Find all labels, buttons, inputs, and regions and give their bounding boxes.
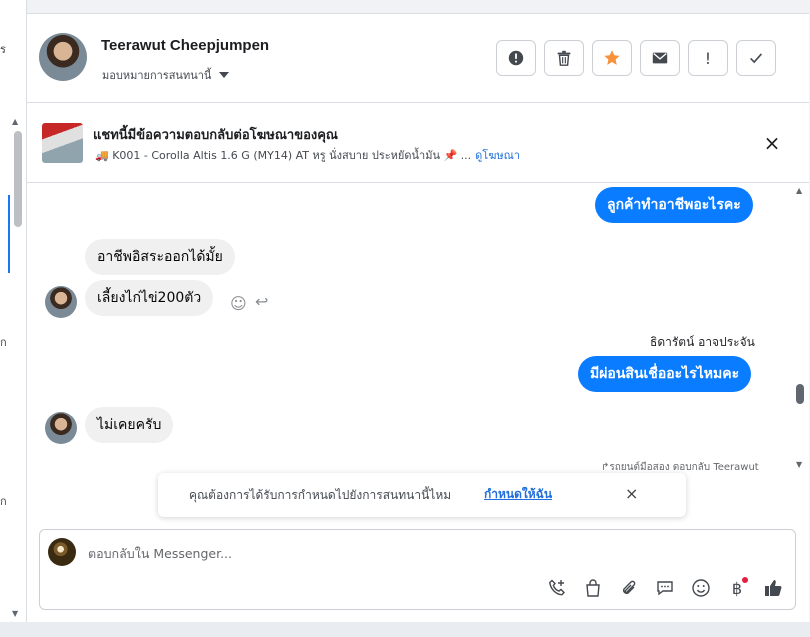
view-ad-link[interactable]: ดูโฆษณา bbox=[475, 149, 520, 162]
conversation-panel: Teerawut Cheepjumpen มอบหมายการสนทนานี้ … bbox=[27, 13, 809, 622]
message-composer: ฿ bbox=[39, 529, 796, 610]
ad-thumbnail[interactable] bbox=[42, 123, 83, 163]
contact-avatar[interactable] bbox=[39, 33, 87, 81]
trash-icon bbox=[557, 50, 571, 66]
message-bubble-outgoing[interactable]: ลูกค้าทำอาชีพอะไรคะ bbox=[595, 187, 753, 223]
delete-button[interactable] bbox=[544, 40, 584, 76]
contact-avatar-small[interactable] bbox=[45, 286, 77, 318]
thumbs-up-icon[interactable] bbox=[762, 577, 784, 599]
close-icon[interactable]: × bbox=[625, 485, 638, 503]
list-text-fragment: ร bbox=[0, 43, 6, 56]
message-bubble-outgoing[interactable]: มีผ่อนสินเชื่ออะไรไหมคะ bbox=[578, 356, 752, 392]
alert-circle-icon bbox=[508, 50, 524, 66]
star-icon bbox=[604, 50, 620, 65]
chevron-down-icon bbox=[219, 72, 230, 78]
thread-scrollbar[interactable]: ▲ ▼ bbox=[793, 186, 807, 476]
emoji-icon[interactable] bbox=[690, 577, 712, 599]
check-icon bbox=[750, 53, 763, 64]
assign-label: มอบหมายการสนทนานี้ bbox=[102, 69, 212, 82]
composer-toolbar: ฿ bbox=[546, 577, 784, 599]
message-bubble-incoming[interactable]: ไม่เคยครับ bbox=[85, 407, 174, 443]
sender-name: ธิดารัตน์ อาจประจัน bbox=[650, 335, 755, 349]
assign-to-me-link[interactable]: กำหนดให้ฉัน bbox=[484, 485, 552, 504]
star-button[interactable] bbox=[592, 40, 632, 76]
scroll-down-arrow-icon[interactable]: ▼ bbox=[796, 460, 802, 469]
ad-context-bar: แชทนี้มีข้อความตอบกลับต่อโฆษณาของคุณ 🚚 K… bbox=[27, 103, 809, 183]
email-button[interactable] bbox=[640, 40, 680, 76]
important-button[interactable]: ! bbox=[688, 40, 728, 76]
selected-indicator bbox=[8, 195, 10, 273]
scroll-up-arrow-icon[interactable]: ▲ bbox=[796, 186, 802, 195]
conversation-list-edge: ร ก ก ▲ ▼ bbox=[0, 0, 27, 622]
baht-icon[interactable]: ฿ bbox=[726, 577, 748, 599]
contact-name[interactable]: Teerawut Cheepjumpen bbox=[101, 37, 269, 54]
shopping-bag-icon[interactable] bbox=[582, 577, 604, 599]
ad-description: 🚚 K001 - Corolla Altis 1.6 G (MY14) AT ห… bbox=[95, 146, 520, 164]
baht-glyph: ฿ bbox=[731, 578, 743, 598]
saved-reply-icon[interactable] bbox=[654, 577, 676, 599]
ad-context-title: แชทนี้มีข้อความตอบกลับต่อโฆษณาของคุณ bbox=[93, 128, 338, 143]
scroll-up-arrow-icon[interactable]: ▲ bbox=[12, 117, 18, 126]
react-emoji-icon[interactable]: ☺ bbox=[230, 294, 247, 313]
list-text-fragment: ก bbox=[0, 336, 7, 349]
notification-dot bbox=[742, 577, 748, 583]
reply-arrow-icon[interactable]: ↩ bbox=[255, 292, 268, 311]
assign-prompt-banner: คุณต้องการได้รับการกำหนดไปยังการสนทนานี้… bbox=[158, 473, 686, 517]
header-actions: ! bbox=[496, 40, 776, 76]
list-text-fragment: ก bbox=[0, 495, 7, 508]
message-bubble-incoming[interactable]: อาชีพอิสระออกได้มั้ย bbox=[85, 239, 235, 275]
ad-description-text: 🚚 K001 - Corolla Altis 1.6 G (MY14) AT ห… bbox=[95, 149, 472, 162]
page-bottom-band bbox=[0, 622, 810, 637]
done-button[interactable] bbox=[736, 40, 776, 76]
page-avatar bbox=[48, 538, 76, 566]
assign-prompt-text: คุณต้องการได้รับการกำหนดไปยังการสนทนานี้… bbox=[189, 488, 452, 502]
message-bubble-incoming[interactable]: เลี้ยงไก่ไข่200ตัว bbox=[85, 280, 214, 316]
conversation-header: Teerawut Cheepjumpen มอบหมายการสนทนานี้ … bbox=[27, 14, 809, 103]
reply-input[interactable] bbox=[88, 543, 688, 563]
spam-button[interactable] bbox=[496, 40, 536, 76]
close-icon[interactable]: × bbox=[763, 133, 781, 153]
list-scrollbar-thumb[interactable] bbox=[14, 131, 22, 227]
call-add-icon[interactable] bbox=[546, 577, 568, 599]
assign-conversation-dropdown[interactable]: มอบหมายการสนทนานี้ bbox=[102, 66, 230, 84]
thread-scrollbar-thumb[interactable] bbox=[796, 384, 804, 404]
contact-avatar-small[interactable] bbox=[45, 412, 77, 444]
scroll-down-arrow-icon[interactable]: ▼ bbox=[12, 609, 18, 618]
exclamation-icon: ! bbox=[704, 48, 712, 68]
envelope-icon bbox=[652, 52, 668, 64]
paperclip-icon[interactable] bbox=[618, 577, 640, 599]
